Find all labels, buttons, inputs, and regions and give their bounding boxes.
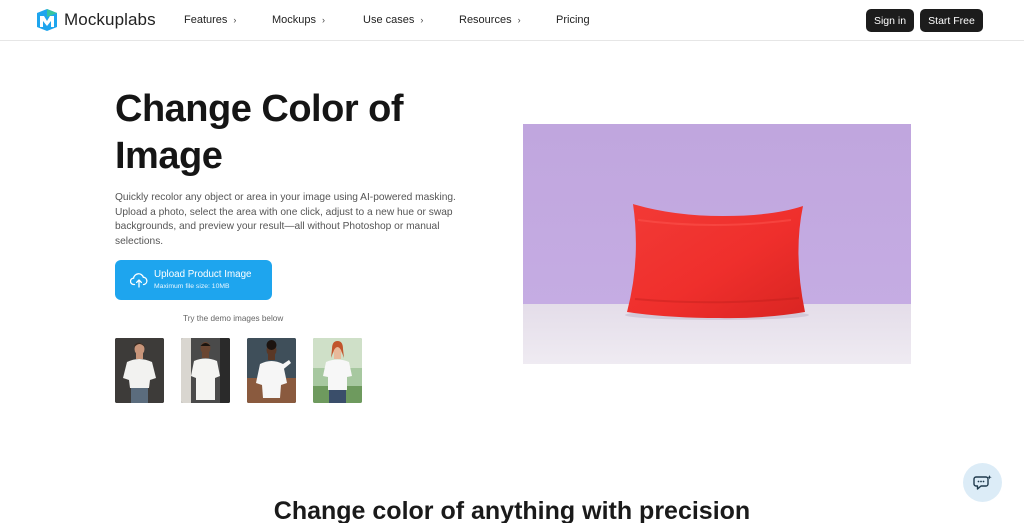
nav-use-cases-label: Use cases [363,14,415,26]
nav-features-label: Features [184,14,228,26]
brand-name: Mockuplabs [64,10,156,29]
demo-image-3[interactable] [247,338,296,403]
upload-product-image-button[interactable]: Upload Product Image Maximum file size: … [115,260,272,300]
demo-man-white-hoodie-image [247,338,296,403]
nav-mockups[interactable]: Mockups › [272,14,325,26]
nav-resources[interactable]: Resources › [459,14,521,26]
cloud-upload-icon [130,273,148,288]
upload-label: Upload Product Image [154,269,252,280]
nav-features[interactable]: Features › [184,14,236,26]
top-navbar: Mockuplabs Features › Mockups › Use case… [0,0,1024,41]
demo-man-white-tshirt-image [115,338,164,403]
chevron-right-icon: › [517,15,521,25]
hero-preview-image [523,124,911,364]
red-pillow-image [523,124,911,364]
nav-resources-label: Resources [459,14,512,26]
nav-pricing[interactable]: Pricing [556,14,590,26]
nav-mockups-label: Mockups [272,14,317,26]
nav-pricing-label: Pricing [556,14,590,26]
logo[interactable]: Mockuplabs [36,9,156,31]
demo-woman-white-tshirt-image [313,338,362,403]
sign-in-button[interactable]: Sign in [866,9,914,32]
section-title: Change color of anything with precision [273,497,751,523]
hero-description: Quickly recolor any object or area in yo… [115,192,456,247]
chat-button[interactable] [963,463,1002,502]
chat-bubble-icon [972,474,992,490]
page-title: Change Color of Image [115,88,404,177]
chevron-right-icon: › [233,15,237,25]
demo-man-long-white-tshirt-image [181,338,230,403]
demo-image-4[interactable] [313,338,362,403]
demo-caption: Try the demo images below [183,314,284,323]
demo-image-2[interactable] [181,338,230,403]
nav-use-cases[interactable]: Use cases › [363,14,423,26]
chevron-right-icon: › [322,15,326,25]
start-free-button[interactable]: Start Free [920,9,983,32]
mockuplabs-logo-icon [37,9,57,31]
demo-image-1[interactable] [115,338,164,403]
chevron-right-icon: › [420,15,424,25]
upload-max-size: Maximum file size: 10MB [154,283,230,290]
